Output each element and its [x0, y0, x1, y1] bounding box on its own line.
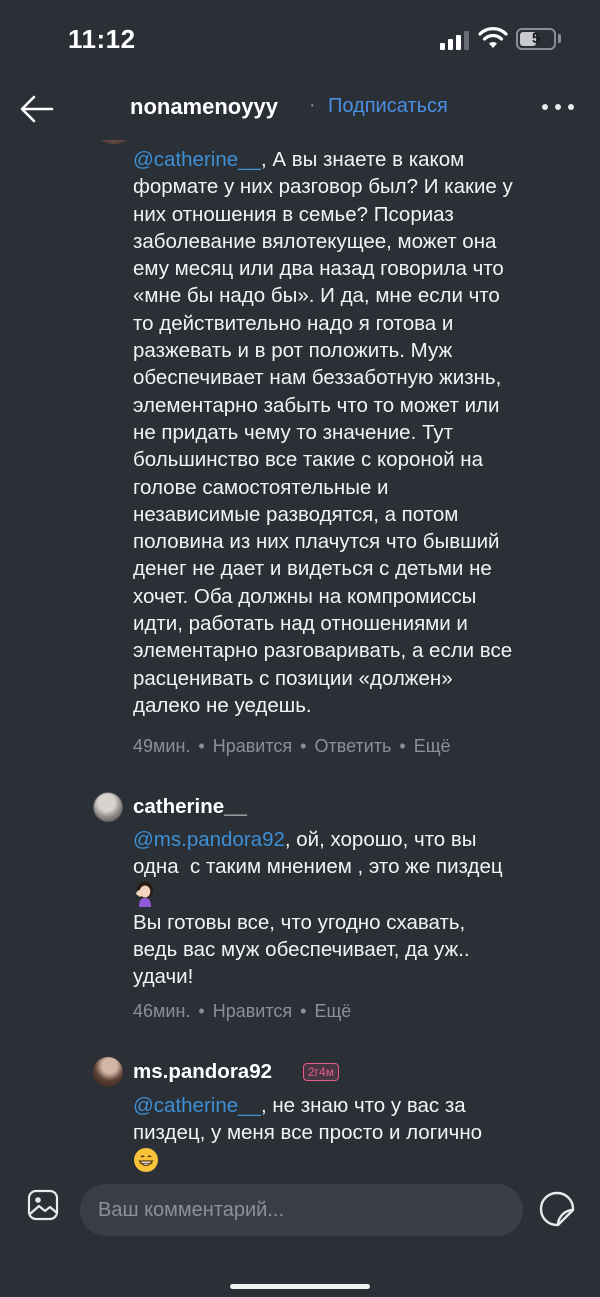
follow-button[interactable]: Подписаться — [328, 95, 448, 118]
battery-icon: 5 — [516, 28, 556, 50]
comment-time: 49мин. — [133, 736, 191, 756]
avatar[interactable] — [93, 1057, 123, 1087]
status-bar: 11:12 5 — [0, 0, 600, 78]
wifi-icon — [478, 27, 508, 48]
reply-button[interactable]: Ответить — [314, 736, 391, 757]
avatar[interactable] — [93, 792, 123, 822]
cellular-signal-icon — [440, 30, 470, 50]
more-button[interactable]: Ещё — [414, 736, 451, 757]
comment-time: 46мин. — [133, 1001, 191, 1021]
status-time: 11:12 — [68, 24, 136, 54]
like-button[interactable]: Нравится — [213, 736, 292, 757]
comments-list: @catherine__, А вы знаете в каком формат… — [0, 140, 600, 1176]
home-indicator — [230, 1284, 370, 1289]
comment-username[interactable]: catherine__ — [133, 795, 247, 819]
woman-facepalming-emoji-icon — [133, 881, 157, 907]
comment-input-bar — [0, 1176, 600, 1297]
comment-input[interactable] — [80, 1184, 523, 1236]
comment-username[interactable]: ms.pandora92 — [133, 1060, 272, 1084]
sticker-icon[interactable] — [538, 1190, 576, 1228]
back-arrow-icon[interactable] — [18, 90, 56, 128]
mention-link[interactable]: @catherine__ — [133, 1094, 261, 1117]
header: nonamenoyyy · Подписаться — [0, 78, 600, 140]
author-badge: 2г4м — [303, 1063, 339, 1081]
header-separator: · — [309, 94, 316, 116]
battery-level: 5 — [531, 30, 541, 47]
like-button[interactable]: Нравится — [213, 1001, 292, 1022]
avatar — [96, 140, 132, 144]
comment-meta: 46мин. • Нравится • Ещё — [133, 1001, 352, 1022]
image-attach-icon[interactable] — [26, 1188, 60, 1222]
comment-meta: 49мин. • Нравится • Ответить • Ещё — [133, 736, 451, 757]
comment-text: @catherine__, А вы знаете в каком формат… — [133, 148, 513, 717]
mention-link[interactable]: @catherine__ — [133, 148, 261, 171]
more-button[interactable]: Ещё — [314, 1001, 351, 1022]
comment-text: @catherine__, не знаю что у вас за пизде… — [133, 1092, 583, 1175]
header-username[interactable]: nonamenoyyy — [130, 94, 278, 120]
more-options-icon[interactable] — [542, 104, 578, 114]
mention-link[interactable]: @ms.pandora92 — [133, 828, 285, 851]
comment-text: @ms.pandora92, ой, хорошо, что вы одна с… — [133, 828, 503, 989]
grinning-face-emoji-icon — [133, 1147, 159, 1173]
